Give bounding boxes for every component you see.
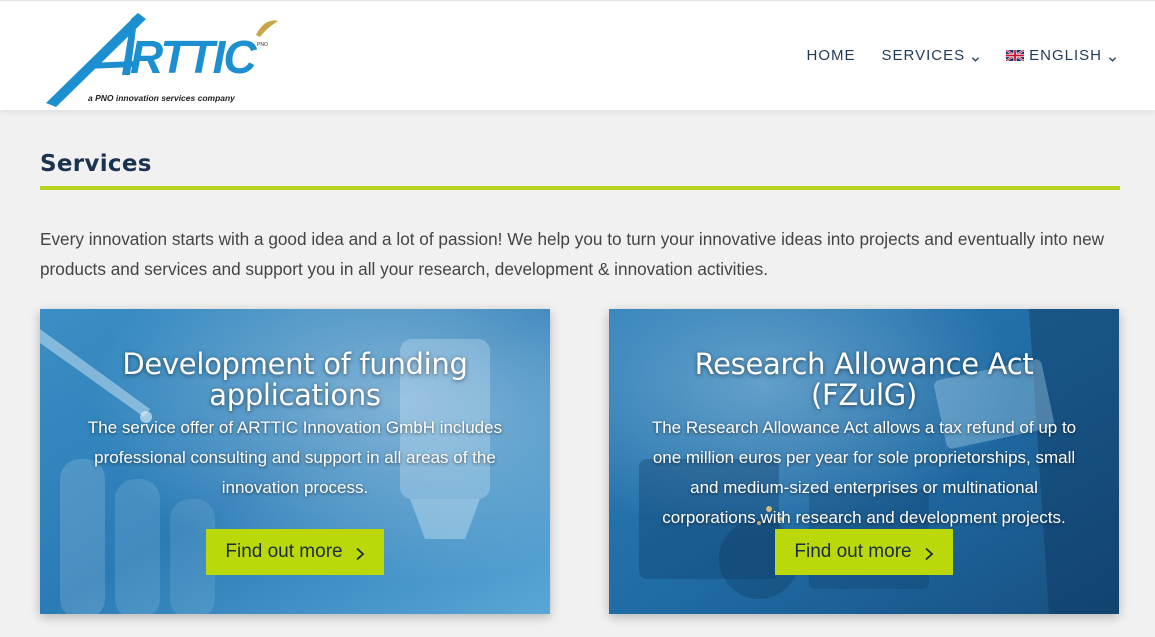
service-card-funding: Development of funding applications The … [40,309,550,614]
arttic-logo-graphic: RTTIC PNO a PNO innovation services comp… [46,13,278,107]
chevron-right-icon [355,545,365,561]
service-card-fzulg: Research Allowance Act (FZulG) The Resea… [609,309,1119,614]
site-header: RTTIC PNO a PNO innovation services comp… [0,0,1155,110]
chevron-down-icon [1108,51,1117,62]
nav-language-label: ENGLISH [1029,47,1102,64]
chevron-down-icon [971,51,980,62]
find-out-more-button[interactable]: Find out more [775,529,953,575]
page-title: Services [40,151,152,177]
button-label: Find out more [225,541,343,562]
card-content: Development of funding applications The … [40,309,550,503]
nav-services-label: SERVICES [881,47,966,64]
nav-language[interactable]: ENGLISH [1006,47,1117,64]
card-content: Research Allowance Act (FZulG) The Resea… [609,309,1119,533]
card-description: The service offer of ARTTIC Innovation G… [87,418,503,497]
main-nav: HOME SERVICES ENGLISH [807,47,1117,64]
nav-home-label: HOME [806,47,856,64]
nav-home[interactable]: HOME [807,47,856,64]
title-divider [40,186,1120,190]
card-title: Research Allowance Act (FZulG) [694,347,1034,412]
uk-flag-icon [1006,50,1025,61]
find-out-more-button[interactable]: Find out more [206,529,384,575]
svg-text:a PNO innovation services comp: a PNO innovation services company [88,93,236,103]
svg-text:RTTIC: RTTIC [130,31,257,83]
intro-text: Every innovation starts with a good idea… [40,229,1105,279]
card-title: Development of funding applications [122,347,468,412]
card-description: The Research Allowance Act allows a tax … [651,418,1077,527]
chevron-right-icon [924,545,934,561]
svg-text:PNO: PNO [257,42,268,48]
nav-services[interactable]: SERVICES [882,47,981,64]
arttic-logo[interactable]: RTTIC PNO a PNO innovation services comp… [38,5,283,109]
button-label: Find out more [794,541,912,562]
